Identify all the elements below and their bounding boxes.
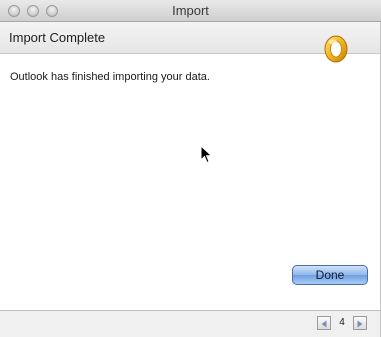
- title-bar[interactable]: Import: [0, 0, 381, 22]
- done-button[interactable]: Done: [292, 265, 368, 285]
- page-number: 4: [339, 317, 345, 328]
- triangle-left-icon: [321, 320, 327, 328]
- triangle-right-icon: [357, 320, 363, 328]
- page-title: Import Complete: [9, 30, 106, 45]
- next-page-button[interactable]: [353, 316, 367, 330]
- import-status-message: Outlook has finished importing your data…: [10, 71, 210, 83]
- previous-page-button[interactable]: [317, 316, 331, 330]
- window-title: Import: [172, 3, 209, 18]
- mouse-pointer-icon: [200, 145, 213, 164]
- import-window: Import Import Complete Outlook has finis…: [0, 0, 381, 337]
- outlook-logo-icon: [324, 35, 348, 63]
